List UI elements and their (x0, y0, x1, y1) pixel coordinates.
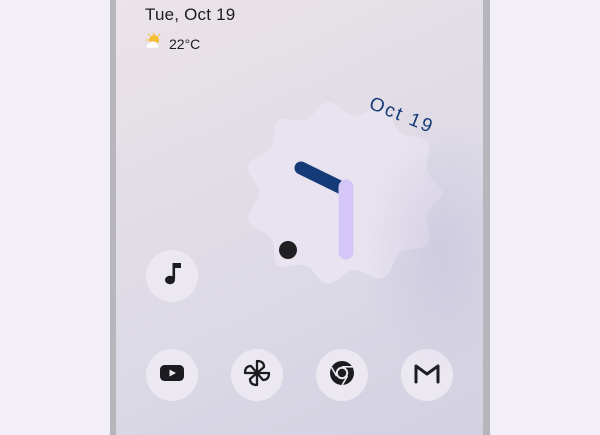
gmail-app-button[interactable] (401, 349, 453, 401)
clock-widget[interactable]: Oct 19 (228, 74, 458, 304)
pinwheel-icon (242, 358, 272, 393)
chrome-app-button[interactable] (316, 349, 368, 401)
temperature-label: 22°C (169, 35, 201, 52)
partly-sunny-icon (145, 32, 163, 54)
chrome-icon (328, 359, 356, 392)
youtube-app-button[interactable] (146, 349, 198, 401)
date-label[interactable]: Tue, Oct 19 (145, 5, 235, 25)
canvas: Tue, Oct 19 22°C Oct 19 (0, 0, 600, 435)
music-app-button[interactable] (146, 250, 198, 302)
pinwheel-app-button[interactable] (231, 349, 283, 401)
weather-widget[interactable]: 22°C (145, 32, 201, 54)
clock-center-dot (279, 241, 297, 259)
gmail-icon (413, 362, 441, 389)
music-note-icon (161, 261, 183, 292)
home-screen: Tue, Oct 19 22°C Oct 19 (116, 0, 483, 435)
youtube-icon (159, 363, 185, 388)
